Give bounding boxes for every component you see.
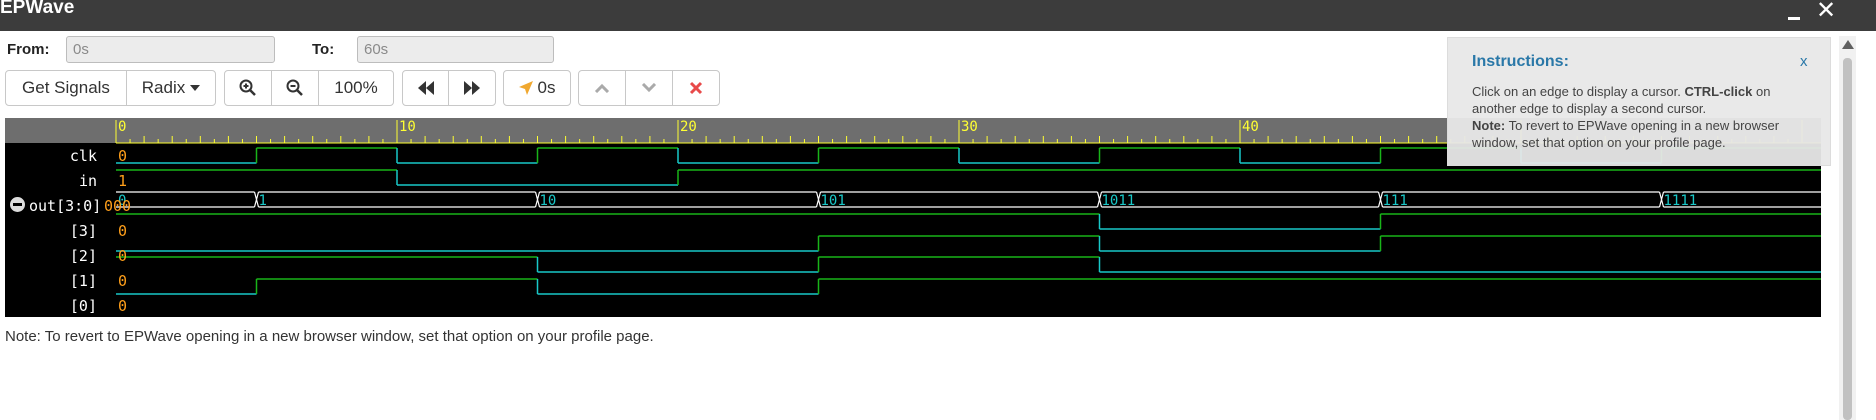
vertical-scrollbar[interactable] <box>1839 36 1856 420</box>
title-bar: EPWave ✕ <box>0 0 1876 31</box>
instructions-body: Click on an edge to display a cursor. CT… <box>1472 84 1780 150</box>
signal-value-out-0: 0 <box>118 297 128 315</box>
signal-value-out-2: 0 <box>118 247 128 265</box>
signal-name-out-2[interactable]: [2] <box>5 247 97 265</box>
get-signals-button[interactable]: Get Signals <box>5 70 127 106</box>
bus-value-label: 1011 <box>1102 193 1136 209</box>
cursor-time-label: 0s <box>537 78 556 97</box>
signal-value-out-1: 0 <box>118 272 128 290</box>
instructions-popover: Instructions: x Click on an edge to disp… <box>1447 37 1831 166</box>
signal-value-out-3: 0 <box>118 222 128 240</box>
expand-bus-icon[interactable] <box>10 197 25 212</box>
caret-down-icon <box>190 85 201 91</box>
instructions-title: Instructions: <box>1472 53 1569 70</box>
chevron-down-icon <box>641 83 657 93</box>
signal-name-out-3[interactable]: [3] <box>5 222 97 240</box>
profile-note: Note: To revert to EPWave opening in a n… <box>5 328 654 345</box>
ruler-label: 20 <box>680 119 697 135</box>
from-input[interactable]: 0s <box>66 36 275 63</box>
ruler-label: 10 <box>399 119 416 135</box>
previous-edge-button[interactable] <box>402 70 449 106</box>
minimize-icon[interactable] <box>1786 2 1802 24</box>
bus-value-label: 10 <box>540 193 557 209</box>
zoom-in-icon <box>239 79 256 96</box>
move-down-button[interactable] <box>625 70 673 106</box>
bus-value-label: 1 <box>259 193 267 209</box>
chevron-up-icon <box>594 83 610 93</box>
bus-value-label: 101 <box>821 193 846 209</box>
location-arrow-icon <box>518 81 533 95</box>
signal-name-out-1[interactable]: [1] <box>5 272 97 290</box>
bus-value-label: 1111 <box>1664 193 1698 209</box>
scrollbar-thumb[interactable] <box>1843 58 1852 420</box>
next-edge-button[interactable] <box>448 70 496 106</box>
cursor-time-button[interactable]: 0s <box>503 70 571 106</box>
zoom-out-button[interactable] <box>271 70 319 106</box>
ruler-label: 40 <box>1242 119 1259 135</box>
zoom-out-icon <box>286 79 303 96</box>
radix-dropdown[interactable]: Radix <box>126 70 216 106</box>
signal-value-in: 1 <box>118 172 128 190</box>
signal-name-out-0[interactable]: [0] <box>5 297 97 315</box>
to-label: To: <box>312 41 335 58</box>
radix-label: Radix <box>141 78 186 97</box>
signal-value-clk: 0 <box>118 147 128 165</box>
zoom-in-button[interactable] <box>224 70 272 106</box>
close-icon <box>689 81 703 95</box>
signal-name-in[interactable]: in <box>5 172 97 190</box>
window-title: EPWave <box>0 0 75 18</box>
scroll-up-icon[interactable] <box>1842 40 1854 49</box>
signal-name-clk[interactable]: clk <box>5 147 97 165</box>
remove-signal-button[interactable] <box>672 70 720 106</box>
instructions-close-button[interactable]: x <box>1800 53 1808 70</box>
ruler-label: 30 <box>961 119 978 135</box>
zoom-level-button[interactable]: 100% <box>318 70 394 106</box>
to-input[interactable]: 60s <box>357 36 554 63</box>
ruler-label: 0 <box>118 119 126 135</box>
signal-value-out: 000 <box>104 197 132 215</box>
signal-name-out[interactable]: out[3:0] <box>29 197 104 215</box>
close-window-icon[interactable]: ✕ <box>1816 0 1836 24</box>
bus-value-label: 111 <box>1383 193 1408 209</box>
fast-forward-icon <box>464 81 480 95</box>
from-label: From: <box>7 41 50 58</box>
rewind-icon <box>417 81 434 95</box>
move-up-button[interactable] <box>578 70 626 106</box>
